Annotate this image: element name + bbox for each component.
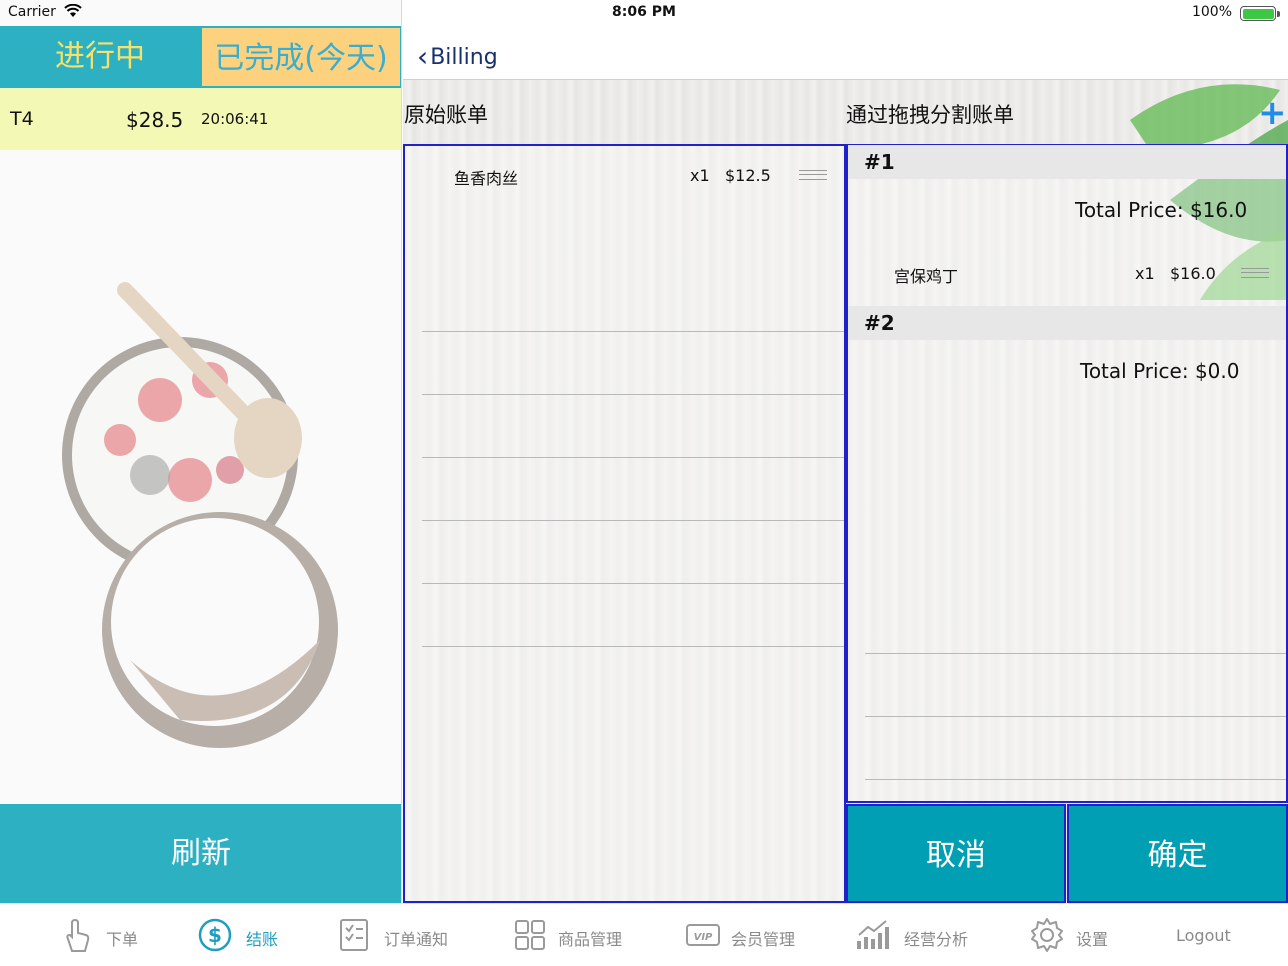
refresh-button[interactable]: 刷新	[0, 804, 401, 903]
tab-member-management-label: 会员管理	[731, 930, 796, 949]
original-bill-title: 原始账单	[404, 103, 488, 127]
drag-handle-icon[interactable]	[1241, 268, 1269, 278]
gear-icon	[1031, 918, 1063, 952]
tab-checkout-label: 结账	[246, 930, 279, 949]
divider	[422, 583, 844, 584]
battery-icon	[1240, 6, 1280, 21]
divider	[865, 653, 1286, 654]
chart-icon	[857, 920, 889, 949]
coconut-bowl-illustration	[62, 282, 338, 748]
divider	[422, 331, 844, 332]
original-bill-list	[403, 144, 846, 903]
order-table: T4	[10, 108, 34, 130]
tab-order[interactable]: 下单	[60, 904, 150, 966]
split-bill-title: 通过拖拽分割账单	[846, 103, 1014, 127]
divider	[865, 716, 1286, 717]
tab-business-analysis[interactable]: 经营分析	[856, 904, 976, 966]
order-row[interactable]: T4 $28.5 20:06:41	[0, 88, 401, 150]
svg-text:$: $	[208, 923, 222, 947]
divider	[422, 520, 844, 521]
divider	[422, 394, 844, 395]
tab-completed-today[interactable]: 已完成(今天)	[200, 26, 401, 88]
vip-card-icon: VIP	[686, 924, 720, 946]
split-item-name: 宫保鸡丁	[894, 267, 959, 286]
logout-button[interactable]: Logout	[1176, 904, 1246, 966]
tab-settings[interactable]: 设置	[1030, 904, 1120, 966]
tab-in-progress[interactable]: 进行中	[0, 26, 200, 88]
split-group-header: #2	[848, 306, 1286, 340]
confirm-button[interactable]: 确定	[1067, 804, 1288, 903]
original-item-price: $12.5	[725, 166, 771, 185]
chevron-left-icon: ‹	[417, 40, 429, 73]
order-time: 20:06:41	[201, 110, 269, 128]
hand-tap-icon	[66, 918, 90, 952]
orders-panel: 进行中 已完成(今天) T4 $28.5 20:06:41 刷新	[0, 0, 402, 903]
group-total: Total Price: $16.0	[1075, 198, 1248, 222]
order-amount: $28.5	[126, 108, 184, 132]
split-item-price: $16.0	[1170, 264, 1216, 283]
divider	[422, 646, 844, 647]
original-item-qty: x1	[690, 166, 710, 185]
tab-member-management[interactable]: VIP 会员管理	[686, 904, 806, 966]
divider	[422, 457, 844, 458]
drag-handle-icon[interactable]	[799, 170, 827, 180]
split-bill-list	[846, 144, 1288, 803]
svg-text:VIP: VIP	[694, 932, 713, 943]
tab-settings-label: 设置	[1076, 930, 1109, 949]
bottom-tab-bar: 下单 $ 结账 订单通知 商品管理 VIP 会员管理 经营分析 设置 Logou…	[0, 903, 1288, 966]
tab-business-analysis-label: 经营分析	[904, 930, 969, 949]
logout-label: Logout	[1176, 926, 1231, 945]
tab-checkout[interactable]: $ 结账	[198, 904, 288, 966]
group-total: Total Price: $0.0	[1080, 359, 1240, 383]
checklist-icon	[340, 919, 368, 951]
grid-icon	[515, 920, 545, 950]
nav-bar: ‹Billing	[403, 26, 1288, 80]
tab-product-management-label: 商品管理	[558, 930, 623, 949]
tab-order-notice[interactable]: 订单通知	[338, 904, 458, 966]
tab-order-notice-label: 订单通知	[384, 930, 449, 949]
plus-icon[interactable]: +	[1258, 96, 1287, 130]
status-bar: Carrier 8:06 PM 100%	[0, 0, 1288, 26]
tab-order-label: 下单	[106, 930, 139, 949]
back-label: Billing	[430, 45, 498, 70]
clock: 8:06 PM	[612, 4, 676, 20]
cancel-button[interactable]: 取消	[846, 804, 1066, 903]
battery-percent: 100%	[1191, 4, 1232, 20]
tab-product-management[interactable]: 商品管理	[513, 904, 633, 966]
split-item-qty: x1	[1135, 264, 1155, 283]
order-tabs: 进行中 已完成(今天)	[0, 26, 401, 88]
original-item-name: 鱼香肉丝	[454, 169, 519, 188]
back-button[interactable]: ‹Billing	[417, 38, 498, 73]
divider	[865, 779, 1286, 780]
dollar-circle-icon: $	[198, 918, 232, 952]
split-group-header: #1	[848, 145, 1286, 179]
